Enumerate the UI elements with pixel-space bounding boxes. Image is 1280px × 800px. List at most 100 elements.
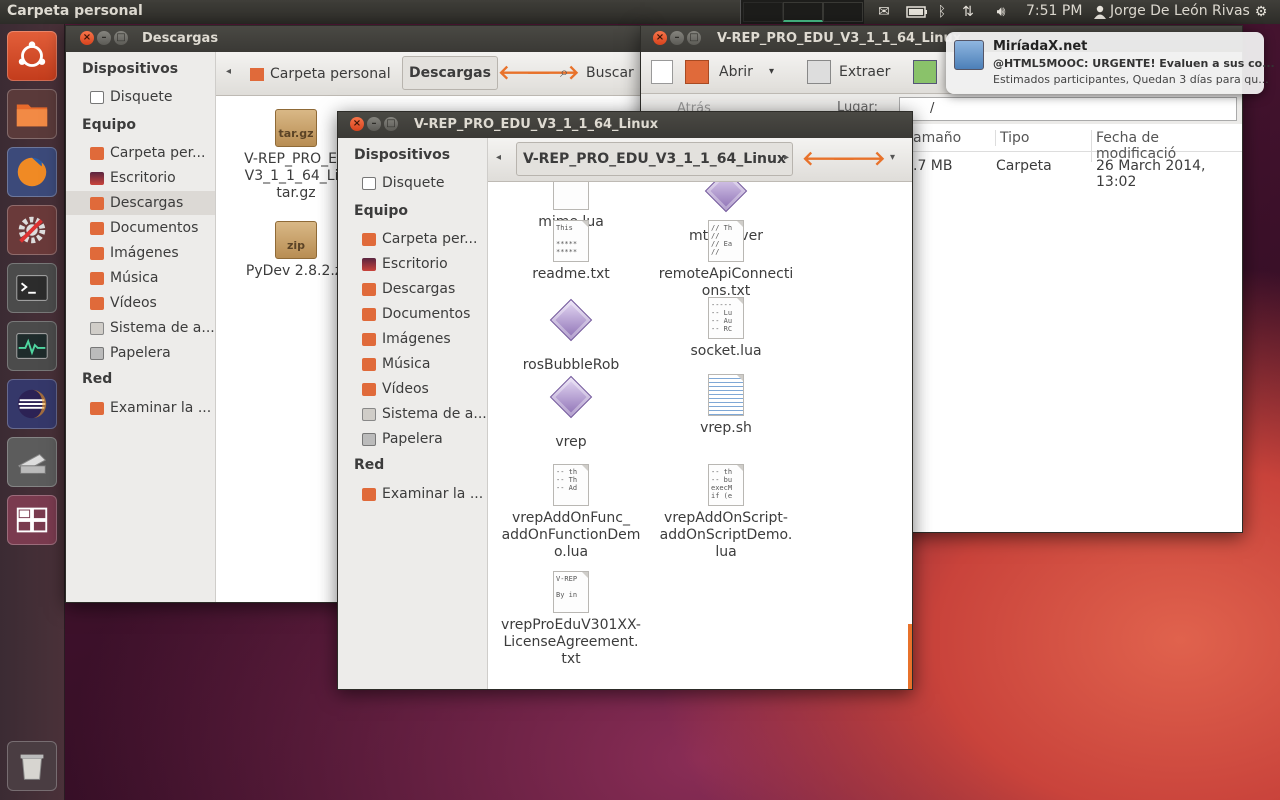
- sidebar-item-documentos[interactable]: Documentos: [90, 218, 214, 238]
- path-button-current[interactable]: V-REP_PRO_EDU_V3_1_1_64_Linux: [516, 142, 793, 176]
- sidebar-item-descargas[interactable]: Descargas: [66, 191, 215, 215]
- chevron-down-icon[interactable]: ▾: [890, 152, 895, 163]
- section-heading-red: Red: [354, 457, 385, 473]
- file-label: rosBubbleRob: [522, 357, 620, 373]
- text-file-icon: -- th -- Th -- Ad: [553, 464, 589, 506]
- location-field[interactable]: /: [899, 97, 1237, 121]
- forward-arrow-icon[interactable]: 🡒: [526, 60, 580, 84]
- file-view: -- Comime.luamtbServerThis ***** *****re…: [488, 182, 912, 689]
- network-icon[interactable]: ⇅: [957, 4, 979, 20]
- path-button-home[interactable]: Carpeta personal: [244, 58, 397, 90]
- open-button[interactable]: Abrir: [719, 64, 753, 80]
- maximize-button[interactable]: □: [687, 31, 701, 45]
- search-button[interactable]: Buscar: [586, 65, 634, 81]
- sidebar-item-videos[interactable]: Vídeos: [362, 379, 486, 399]
- file-item[interactable]: vrep.sh: [656, 374, 796, 437]
- close-button[interactable]: ×: [653, 31, 667, 45]
- sidebar-item-home[interactable]: Carpeta per...: [362, 229, 486, 249]
- scanner-icon[interactable]: [7, 437, 57, 487]
- new-archive-icon[interactable]: [651, 60, 673, 84]
- user-menu[interactable]: Jorge De León Rivas: [1110, 3, 1250, 19]
- mail-icon[interactable]: ✉: [874, 4, 894, 20]
- system-monitor-icon[interactable]: [7, 321, 57, 371]
- trash-icon: [362, 432, 376, 446]
- search-icon[interactable]: ⌕: [560, 63, 568, 81]
- file-item[interactable]: vrep: [501, 374, 641, 451]
- minimize-button[interactable]: –: [367, 117, 381, 131]
- sidebar-item-descargas[interactable]: Descargas: [362, 279, 486, 299]
- scrollbar-thumb[interactable]: [908, 624, 912, 689]
- sidebar-item-network[interactable]: Examinar la ...: [90, 398, 214, 418]
- sidebar-item-label: Música: [110, 270, 159, 286]
- maximize-button[interactable]: □: [114, 31, 128, 45]
- sidebar-item-label: Vídeos: [110, 295, 157, 311]
- file-label: addOnScriptDemo.: [659, 527, 793, 543]
- sidebar-item-filesystem[interactable]: Sistema de a...: [362, 404, 486, 424]
- terminal-icon[interactable]: [7, 263, 57, 313]
- extract-button[interactable]: Extraer: [839, 64, 890, 80]
- sidebar-item-escritorio[interactable]: Escritorio: [90, 168, 214, 188]
- scroll-left-icon[interactable]: ◂: [226, 66, 231, 77]
- file-item[interactable]: V-REP By in vrepProEduV301XX- LicenseAgree…: [501, 571, 641, 668]
- eclipse-icon[interactable]: [7, 379, 57, 429]
- close-button[interactable]: ×: [350, 117, 364, 131]
- desktop-icon: [362, 257, 376, 271]
- sidebar-item-filesystem[interactable]: Sistema de a...: [90, 318, 214, 338]
- firefox-icon[interactable]: [7, 147, 57, 197]
- minimize-button[interactable]: –: [670, 31, 684, 45]
- maximize-button[interactable]: □: [384, 117, 398, 131]
- column-type[interactable]: Tipo: [995, 130, 1029, 146]
- videos-folder-icon: [90, 296, 104, 310]
- chevron-down-icon[interactable]: ▾: [769, 66, 774, 77]
- volume-icon[interactable]: 🔊︎: [989, 4, 1013, 20]
- forward-arrow-icon[interactable]: 🡒: [832, 146, 886, 170]
- downloads-folder-icon: [90, 196, 104, 210]
- sidebar-item-network[interactable]: Examinar la ...: [362, 484, 486, 504]
- sidebar-item-papelera[interactable]: Papelera: [90, 343, 214, 363]
- ubuntu-dash-icon[interactable]: [7, 31, 57, 81]
- sidebar-item-label: Documentos: [382, 306, 471, 322]
- battery-icon[interactable]: [905, 4, 929, 20]
- executable-diamond: [549, 298, 593, 342]
- column-size[interactable]: amaño: [913, 130, 961, 146]
- user-icon: [1093, 4, 1107, 20]
- trash-icon[interactable]: [7, 741, 57, 791]
- script-file-icon: [708, 374, 744, 416]
- system-settings-icon[interactable]: [7, 205, 57, 255]
- titlebar: × – □ V-REP_PRO_EDU_V3_1_1_64_Linux: [338, 112, 912, 138]
- sidebar-item-disquete[interactable]: Disquete: [90, 87, 214, 107]
- file-label: vrep: [555, 434, 587, 450]
- scroll-left-icon[interactable]: ◂: [496, 152, 501, 163]
- sidebar-item-papelera[interactable]: Papelera: [362, 429, 486, 449]
- sidebar-item-videos[interactable]: Vídeos: [90, 293, 214, 313]
- bluetooth-icon[interactable]: ᛒ: [935, 4, 949, 20]
- session-gear-icon[interactable]: ⚙: [1252, 4, 1270, 20]
- music-folder-icon: [90, 271, 104, 285]
- sidebar-item-disquete[interactable]: Disquete: [362, 173, 486, 193]
- sidebar-item-label: Carpeta per...: [110, 145, 206, 161]
- clock[interactable]: 7:51 PM: [1026, 3, 1082, 19]
- files-icon[interactable]: [7, 89, 57, 139]
- file-item[interactable]: -- th -- bu execM if (e vrepAddOnScript-a…: [656, 464, 796, 561]
- open-archive-icon[interactable]: [685, 60, 709, 84]
- workspace-switcher-icon[interactable]: [7, 495, 57, 545]
- file-item[interactable]: rosBubbleRob: [501, 297, 641, 374]
- file-item[interactable]: -- th -- Th -- Ad vrepAddOnFunc_ addOnFunc…: [501, 464, 641, 561]
- add-files-icon[interactable]: [913, 60, 937, 84]
- sidebar-item-home[interactable]: Carpeta per...: [90, 143, 214, 163]
- file-item[interactable]: ----- -- Lu -- Au -- RC socket.lua: [656, 297, 796, 360]
- sidebar-item-escritorio[interactable]: Escritorio: [362, 254, 486, 274]
- sidebar-item-documentos[interactable]: Documentos: [362, 304, 486, 324]
- path-button-descargas[interactable]: Descargas: [402, 56, 498, 90]
- close-button[interactable]: ×: [80, 31, 94, 45]
- sidebar-item-imagenes[interactable]: Imágenes: [90, 243, 214, 263]
- minimize-button[interactable]: –: [97, 31, 111, 45]
- scroll-right-icon[interactable]: ▸: [784, 152, 789, 163]
- sidebar-item-musica[interactable]: Música: [90, 268, 214, 288]
- file-item[interactable]: This ***** ***** readme.txt: [501, 220, 641, 283]
- sidebar-item-musica[interactable]: Música: [362, 354, 486, 374]
- extract-icon[interactable]: [807, 60, 831, 84]
- sidebar-item-imagenes[interactable]: Imágenes: [362, 329, 486, 349]
- system-load-indicator[interactable]: [740, 0, 864, 24]
- file-item[interactable]: // Th // // Ea //remoteApiConnecti ons.tx…: [656, 220, 796, 300]
